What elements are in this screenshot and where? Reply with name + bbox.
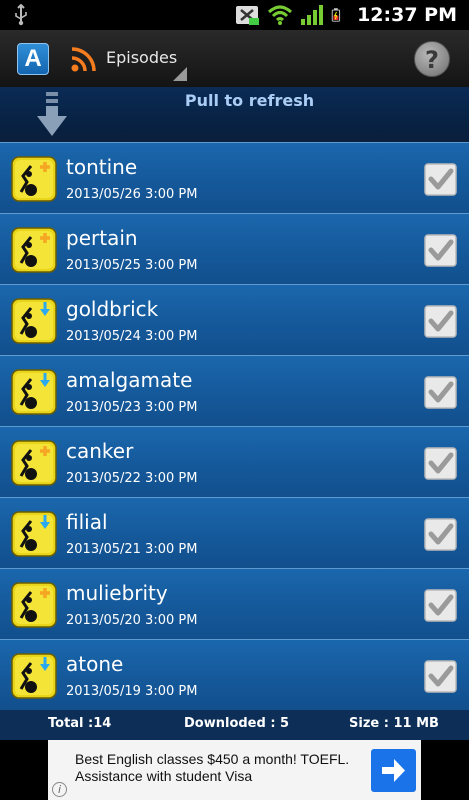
app-logo[interactable]: A xyxy=(17,43,49,75)
checkbox-checked-icon[interactable] xyxy=(424,660,457,693)
episode-date: 2013/05/19 3:00 PM xyxy=(66,684,198,699)
total-count: Total :14 xyxy=(48,716,112,731)
checkbox-checked-icon[interactable] xyxy=(424,376,457,409)
help-button[interactable]: ? xyxy=(414,41,450,77)
episode-row[interactable]: canker 2013/05/22 3:00 PM xyxy=(0,426,469,497)
checkbox-checked-icon[interactable] xyxy=(424,518,457,551)
episode-title: atone xyxy=(66,652,124,676)
status-bar: 12:37 PM xyxy=(0,0,469,30)
episode-row[interactable]: amalgamate 2013/05/23 3:00 PM xyxy=(0,355,469,426)
ad-banner[interactable]: Best English classes $450 a month! TOEFL… xyxy=(0,740,469,800)
episode-new-icon xyxy=(11,156,57,202)
usb-icon xyxy=(15,4,27,26)
wifi-icon xyxy=(268,5,293,25)
episode-row[interactable]: tontine 2013/05/26 3:00 PM xyxy=(0,142,469,213)
ad-content[interactable]: Best English classes $450 a month! TOEFL… xyxy=(48,740,421,800)
episode-row[interactable]: filial 2013/05/21 3:00 PM xyxy=(0,497,469,568)
checkbox-checked-icon[interactable] xyxy=(424,447,457,480)
checkbox-checked-icon[interactable] xyxy=(424,234,457,267)
signal-icon xyxy=(301,5,324,25)
episode-title: goldbrick xyxy=(66,297,159,321)
total-size: Size : 11 MB xyxy=(349,716,439,731)
checkbox-checked-icon[interactable] xyxy=(424,589,457,622)
rss-icon xyxy=(71,47,96,72)
episode-title: tontine xyxy=(66,155,138,179)
episode-date: 2013/05/24 3:00 PM xyxy=(66,329,198,344)
checkbox-checked-icon[interactable] xyxy=(424,305,457,338)
pull-to-refresh-label: Pull to refresh xyxy=(184,91,315,110)
episode-new-icon xyxy=(11,227,57,273)
episode-date: 2013/05/20 3:00 PM xyxy=(66,613,198,628)
episode-row[interactable]: muliebrity 2013/05/20 3:00 PM xyxy=(0,568,469,639)
spinner-arrow-icon xyxy=(173,67,187,81)
clock: 12:37 PM xyxy=(357,4,457,26)
episode-downloaded-icon xyxy=(11,511,57,557)
episode-downloaded-icon xyxy=(11,369,57,415)
ad-text: Best English classes $450 a month! TOEFL… xyxy=(75,751,350,784)
episode-title: muliebrity xyxy=(66,581,168,605)
action-bar: A Episodes ? xyxy=(0,30,469,87)
checkbox-checked-icon[interactable] xyxy=(424,163,457,196)
spinner-label: Episodes xyxy=(106,48,178,67)
pull-to-refresh[interactable]: Pull to refresh xyxy=(0,87,469,142)
episode-date: 2013/05/23 3:00 PM xyxy=(66,400,198,415)
episode-row[interactable]: atone 2013/05/19 3:00 PM xyxy=(0,639,469,710)
sync-icon xyxy=(236,6,260,25)
arrow-right-icon xyxy=(382,759,405,782)
episode-title: filial xyxy=(66,510,108,534)
episode-title: canker xyxy=(66,439,134,463)
episode-list: tontine 2013/05/26 3:00 PM pertain 2013/… xyxy=(0,142,469,710)
episode-title: amalgamate xyxy=(66,368,193,392)
episode-title: pertain xyxy=(66,226,138,250)
episode-new-icon xyxy=(11,440,57,486)
ad-go-button[interactable] xyxy=(371,749,416,792)
episode-date: 2013/05/21 3:00 PM xyxy=(66,542,198,557)
episode-date: 2013/05/25 3:00 PM xyxy=(66,258,198,273)
episode-downloaded-icon xyxy=(11,653,57,699)
downloaded-count: Downloded : 5 xyxy=(184,716,290,731)
episode-new-icon xyxy=(11,582,57,628)
episode-date: 2013/05/26 3:00 PM xyxy=(66,187,198,202)
episode-downloaded-icon xyxy=(11,298,57,344)
episode-row[interactable]: goldbrick 2013/05/24 3:00 PM xyxy=(0,284,469,355)
ad-info-icon[interactable]: i xyxy=(52,782,67,797)
app-screen: 12:37 PM A Episodes ? Pull to refresh to… xyxy=(0,0,469,800)
episode-date: 2013/05/22 3:00 PM xyxy=(66,471,198,486)
summary-footer: Total :14 Downloded : 5 Size : 11 MB xyxy=(0,710,469,740)
battery-icon xyxy=(331,8,341,22)
episode-row[interactable]: pertain 2013/05/25 3:00 PM xyxy=(0,213,469,284)
